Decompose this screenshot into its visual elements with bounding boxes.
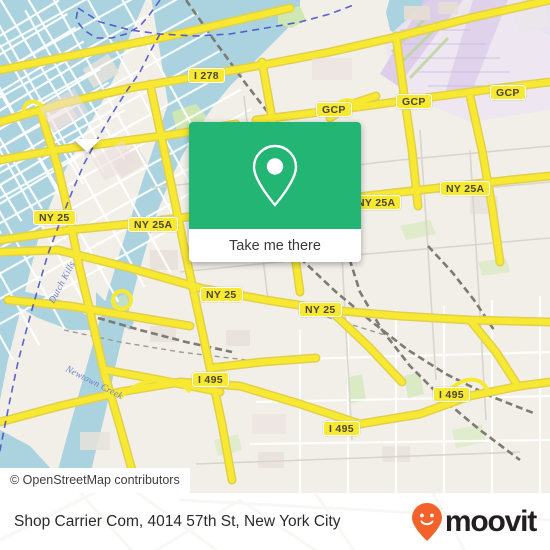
road-shield-i495-left: I 495 xyxy=(192,372,229,387)
road-shield-gcp-2: GCP xyxy=(396,94,432,109)
take-me-there-button[interactable]: Take me there xyxy=(189,229,361,262)
osm-attribution[interactable]: © OpenStreetMap contributors xyxy=(0,468,190,493)
road-shield-ny25-left: NY 25 xyxy=(33,210,76,225)
location-popup-card[interactable]: Take me there xyxy=(189,122,361,262)
moovit-smiley-pin-icon xyxy=(411,502,442,541)
road-shield-gcp-3: GCP xyxy=(490,85,526,100)
road-shield-i495-right: I 495 xyxy=(433,387,470,402)
road-shield-ny25a-left: NY 25A xyxy=(128,217,179,232)
map-canvas[interactable]: I 278 GCP GCP GCP NY 25A NY 25A NY 25 NY… xyxy=(0,0,550,493)
road-shield-i278: I 278 xyxy=(188,68,225,83)
moovit-wordmark: moovit xyxy=(444,504,537,538)
road-shield-ny25a-right: NY 25A xyxy=(440,181,491,196)
moovit-logo[interactable]: moovit xyxy=(411,502,537,542)
road-shield-gcp-1: GCP xyxy=(316,102,352,117)
road-shield-ny25-mid: NY 25 xyxy=(200,287,243,302)
map-screenshot: I 278 GCP GCP GCP NY 25A NY 25A NY 25 NY… xyxy=(0,0,550,550)
footer-bar: Shop Carrier Com, 4014 57th St, New York… xyxy=(0,493,550,550)
road-shield-ny25-mid2: NY 25 xyxy=(299,302,342,317)
popup-pointer xyxy=(73,139,101,152)
take-me-there-label: Take me there xyxy=(229,237,321,254)
place-title: Shop Carrier Com, 4014 57th St, New York… xyxy=(14,512,341,530)
location-pin-icon xyxy=(252,144,298,207)
popup-header xyxy=(189,122,361,229)
road-shield-i495-bottom: I 495 xyxy=(323,421,360,436)
